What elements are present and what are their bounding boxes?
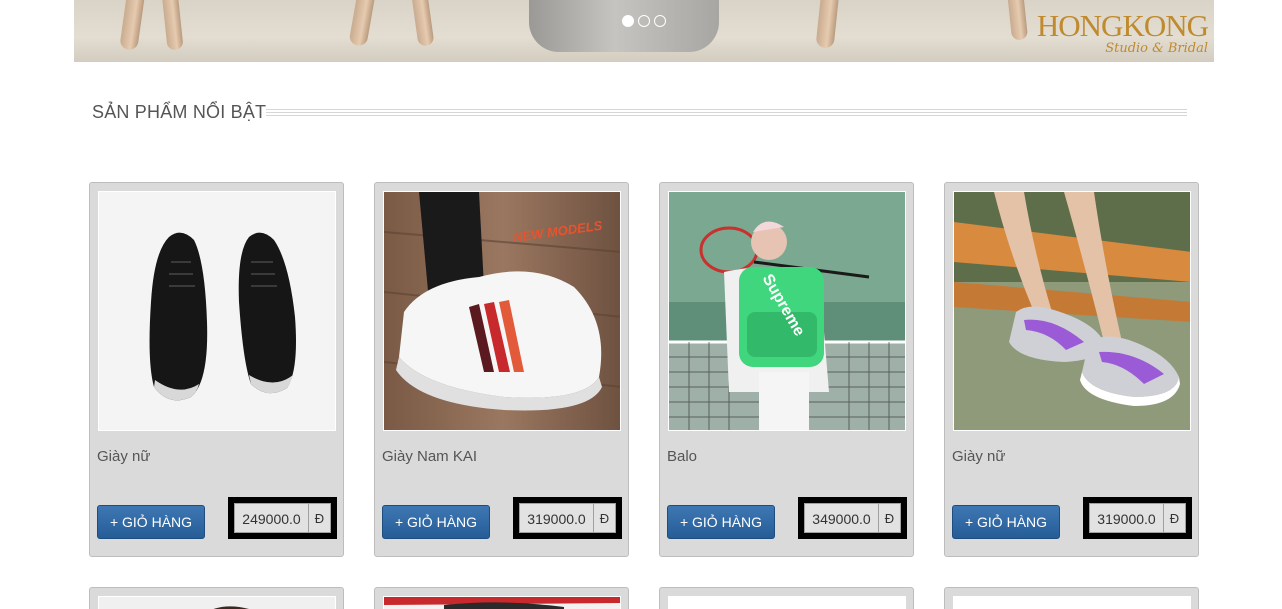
add-to-cart-button[interactable]: + GIỎ HÀNG: [382, 505, 490, 539]
section-title: SẢN PHẨM NỔI BẬT: [92, 101, 267, 122]
product-card: [374, 587, 629, 609]
white-sneaker-illustration: NEW MODELS: [384, 192, 620, 430]
price-currency: Đ: [309, 503, 331, 533]
product-card: [89, 587, 344, 609]
page: HONGKONG Studio & Bridal SẢN PHẨM NỔI BẬ…: [0, 0, 1282, 609]
product-name[interactable]: Giày nữ: [97, 448, 150, 465]
running-shoes-illustration: [954, 192, 1190, 430]
price-value: 349000.0: [804, 503, 879, 533]
product-card: Giày nữ + GIỎ HÀNG 319000.0 Đ: [944, 182, 1199, 557]
product-image-purple-running-shoes[interactable]: [953, 191, 1191, 431]
banner-leg-decoration: [160, 0, 184, 51]
banner-leg-decoration: [348, 0, 378, 48]
price-currency: Đ: [594, 503, 616, 533]
add-to-cart-button[interactable]: + GIỎ HÀNG: [97, 505, 205, 539]
hero-banner[interactable]: HONGKONG Studio & Bridal: [74, 0, 1214, 62]
add-to-cart-button[interactable]: + GIỎ HÀNG: [667, 505, 775, 539]
brand-logo: HONGKONG Studio & Bridal: [1014, 10, 1214, 62]
price-value: 249000.0: [234, 503, 309, 533]
price-tag: 319000.0 Đ: [1083, 497, 1192, 539]
price-value: 319000.0: [519, 503, 594, 533]
banner-leg-decoration: [119, 0, 147, 51]
partial-photo-illustration: [384, 597, 620, 609]
slider-dot-2[interactable]: [638, 15, 650, 27]
product-image-partial[interactable]: [953, 596, 1191, 609]
product-image-partial[interactable]: [383, 596, 621, 609]
add-to-cart-button[interactable]: + GIỎ HÀNG: [952, 505, 1060, 539]
logo-wordmark: HONGKONG: [1036, 8, 1209, 43]
price-tag: 319000.0 Đ: [513, 497, 622, 539]
product-name[interactable]: Giày nữ: [952, 448, 1005, 465]
price-tag: 249000.0 Đ: [228, 497, 337, 539]
product-card: NEW MODELS Giày Nam KAI + GIỎ HÀNG 31900…: [374, 182, 629, 557]
slider-dot-3[interactable]: [654, 15, 666, 27]
product-card: Giày nữ + GIỎ HÀNG 249000.0 Đ: [89, 182, 344, 557]
featured-section-header: SẢN PHẨM NỔI BẬT: [92, 100, 1187, 124]
banner-leg-decoration: [815, 0, 841, 49]
product-name[interactable]: Balo: [667, 448, 697, 465]
price-tag: 349000.0 Đ: [798, 497, 907, 539]
product-image-white-sneaker[interactable]: NEW MODELS: [383, 191, 621, 431]
product-card: [944, 587, 1199, 609]
price-currency: Đ: [1164, 503, 1186, 533]
price-currency: Đ: [879, 503, 901, 533]
price-value: 319000.0: [1089, 503, 1164, 533]
slider-pagination: [622, 15, 666, 27]
product-name[interactable]: Giày Nam KAI: [382, 448, 477, 465]
banner-leg-decoration: [409, 0, 435, 47]
logo-tagline: Studio & Bridal: [1105, 41, 1208, 56]
product-image-black-sneakers[interactable]: [98, 191, 336, 431]
slider-dot-1[interactable]: [622, 15, 634, 27]
product-card: [659, 587, 914, 609]
section-title-rule: [266, 108, 1187, 118]
backpack-illustration: Supreme: [669, 192, 905, 430]
partial-photo-illustration: [99, 597, 335, 609]
product-image-partial[interactable]: [98, 596, 336, 609]
product-card: Supreme Balo + GIỎ HÀNG 349000.0 Đ: [659, 182, 914, 557]
product-image-backpack[interactable]: Supreme: [668, 191, 906, 431]
product-image-partial[interactable]: [668, 596, 906, 609]
black-sneakers-illustration: [99, 192, 335, 430]
